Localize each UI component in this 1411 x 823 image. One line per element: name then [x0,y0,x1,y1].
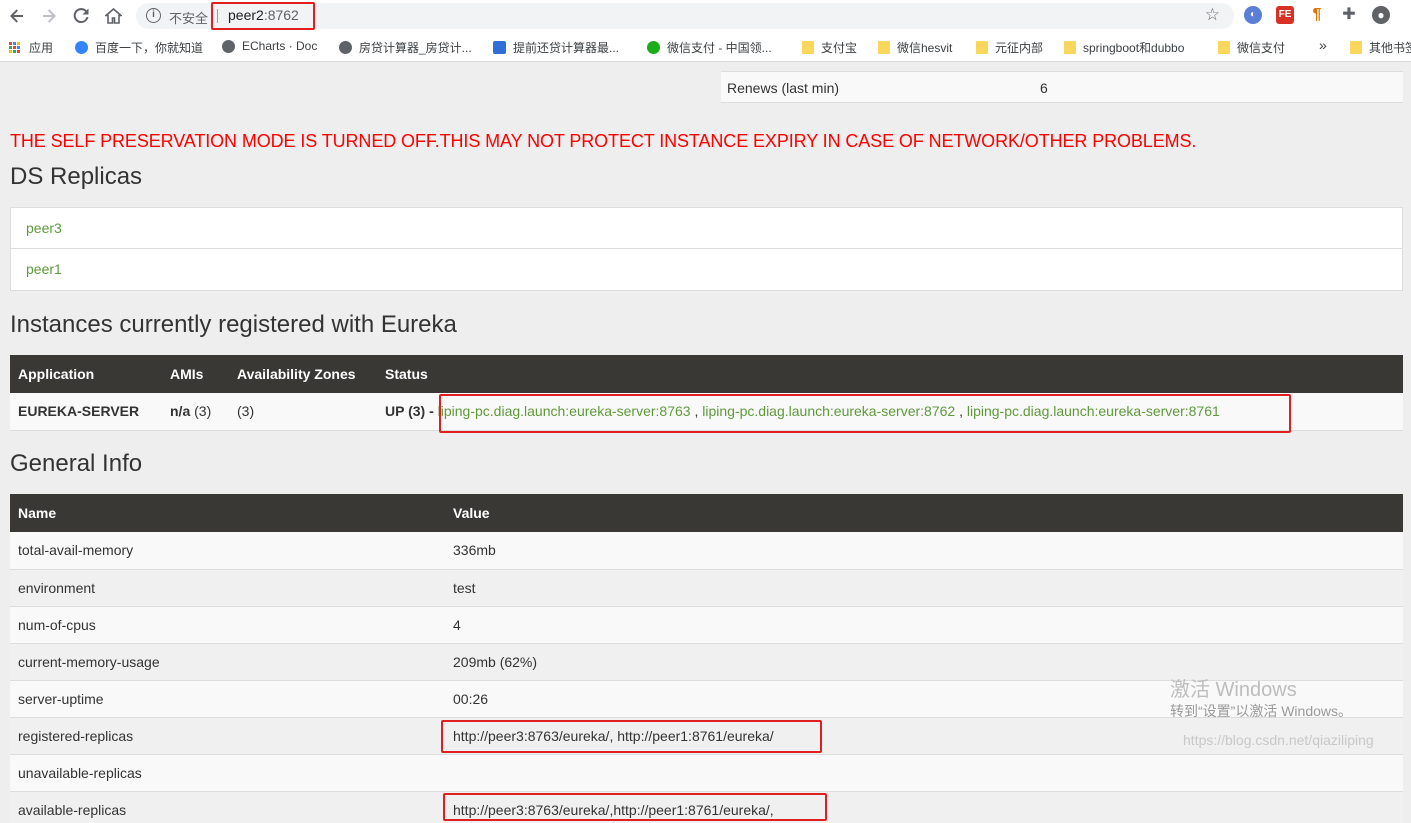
extension-blue-icon[interactable]: ◐ [1244,6,1262,24]
amis-value: n/a [170,403,191,420]
info-name: num-of-cpus [10,606,445,644]
replica-link-peer3[interactable]: peer3 [11,208,1402,249]
info-value: 336mb [445,532,1403,570]
table-row: unavailable-replicas [10,754,1403,792]
cell-zones: (3) [229,393,377,431]
rong-icon [493,41,506,54]
ds-replicas-list: peer3 peer1 [10,207,1403,291]
apps-grid-icon [9,42,20,53]
reload-icon[interactable] [70,5,92,27]
bookmark-label: 提前还贷计算器最... [513,41,620,55]
globe-icon [339,41,352,54]
bookmark-baidu[interactable]: 百度一下，你就知道 [75,39,203,56]
bookmark-folder-springboot[interactable]: springboot和dubbo [1064,39,1184,56]
info-value [445,754,1403,792]
table-row: num-of-cpus 4 [10,606,1403,644]
windows-activate-hint: 转到“设置”以激活 Windows。 [1170,703,1353,719]
baidu-icon [75,41,88,54]
bookmark-folder-other[interactable]: 其他书签 [1350,39,1411,56]
folder-icon [1218,41,1230,54]
info-value: 4 [445,606,1403,644]
bookmark-apps[interactable]: 应用 [9,39,53,56]
bookmark-folder-alipay[interactable]: 支付宝 [802,39,857,56]
extension-paragraph-icon[interactable]: ¶ [1308,6,1326,24]
home-icon[interactable] [102,5,124,27]
back-arrow-icon[interactable] [6,5,28,27]
info-name: registered-replicas [10,717,445,755]
highlight-box-url [211,2,315,30]
bookmark-prepay-calc[interactable]: 提前还贷计算器最... [493,39,619,56]
table-row: environment test [10,569,1403,607]
renews-row: Renews (last min) 6 [721,71,1403,103]
folder-icon [1064,41,1076,54]
amis-count: (3) [194,403,212,420]
bookmark-star-icon[interactable]: ☆ [1205,5,1220,25]
blog-watermark: https://blog.csdn.net/qiaziliping [1183,732,1374,748]
bookmark-label: 百度一下，你就知道 [95,41,204,55]
bookmark-folder-internal[interactable]: 元征内部 [976,39,1043,56]
info-name: current-memory-usage [10,643,445,681]
globe-icon [222,39,235,53]
bookmark-label: 微信支付 - 中国领... [667,41,772,55]
instances-title: Instances currently registered with Eure… [10,311,457,338]
col-header-value: Value [445,494,1403,532]
bookmarks-overflow-button[interactable]: » [1319,37,1327,53]
highlight-box-registered [441,720,822,753]
col-header-amis: AMIs [162,355,229,393]
self-preservation-warning: THE SELF PRESERVATION MODE IS TURNED OFF… [10,131,1197,151]
bookmark-echarts[interactable]: ECharts · Doc [222,39,317,53]
bookmark-folder-wechat-hesvit[interactable]: 微信hesvit [878,39,952,56]
ds-replicas-title: DS Replicas [10,163,143,190]
info-name: server-uptime [10,680,445,718]
bookmark-wechat-pay[interactable]: 微信支付 - 中国领... [647,39,772,56]
bookmarks-bar: 应用 百度一下，你就知道 ECharts · Doc 房贷计算器_房贷计... … [0,32,1411,62]
col-header-status: Status [377,355,1403,393]
replica-link-peer1[interactable]: peer1 [11,249,1402,290]
folder-icon [878,41,890,54]
extensions-puzzle-icon[interactable]: ✚ [1340,6,1358,24]
folder-icon [802,41,814,54]
highlight-box-instances [439,394,1291,433]
renews-label: Renews (last min) [727,80,840,96]
bookmark-label: ECharts · Doc [242,39,318,53]
bookmark-label: 房贷计算器_房贷计... [359,41,472,55]
extension-fe-icon[interactable]: FE [1276,6,1294,24]
highlight-box-available [443,793,827,821]
insecure-label: 不安全 [169,11,209,26]
renews-value: 6 [1040,80,1048,96]
info-name: total-avail-memory [10,532,445,570]
cell-application: EUREKA-SERVER [10,393,162,431]
bookmark-mortgage-calc[interactable]: 房贷计算器_房贷计... [339,39,472,56]
bookmark-label: 元征内部 [995,41,1044,55]
bookmark-label: 其他书签 [1369,41,1411,55]
info-icon[interactable]: i [146,8,161,23]
forward-arrow-icon[interactable] [38,5,60,27]
general-info-title: General Info [10,450,143,477]
bookmark-label: 应用 [29,41,54,55]
col-header-application: Application [10,355,162,393]
bookmark-label: 微信支付 [1237,41,1286,55]
info-name: available-replicas [10,791,445,823]
folder-icon [1350,41,1362,54]
info-value: test [445,569,1403,607]
info-name: unavailable-replicas [10,754,445,792]
bookmark-label: springboot和dubbo [1083,41,1185,55]
profile-avatar-icon[interactable]: ● [1372,6,1390,24]
bookmark-label: 支付宝 [821,41,858,55]
chevron-double-right-icon: » [1319,37,1327,53]
bookmark-folder-wechat-pay[interactable]: 微信支付 [1218,39,1285,56]
col-header-name: Name [10,494,445,532]
cell-amis: n/a (3) [162,393,229,431]
table-row: total-avail-memory 336mb [10,532,1403,570]
info-name: environment [10,569,445,607]
bookmark-label: 微信hesvit [897,41,953,55]
col-header-zones: Availability Zones [229,355,377,393]
wechat-icon [647,41,660,54]
windows-activate-watermark: 激活 Windows [1170,679,1297,701]
folder-icon [976,41,988,54]
status-prefix: UP (3) - [385,403,438,420]
general-info-table: Name Value total-avail-memory 336mb envir… [10,494,1403,823]
